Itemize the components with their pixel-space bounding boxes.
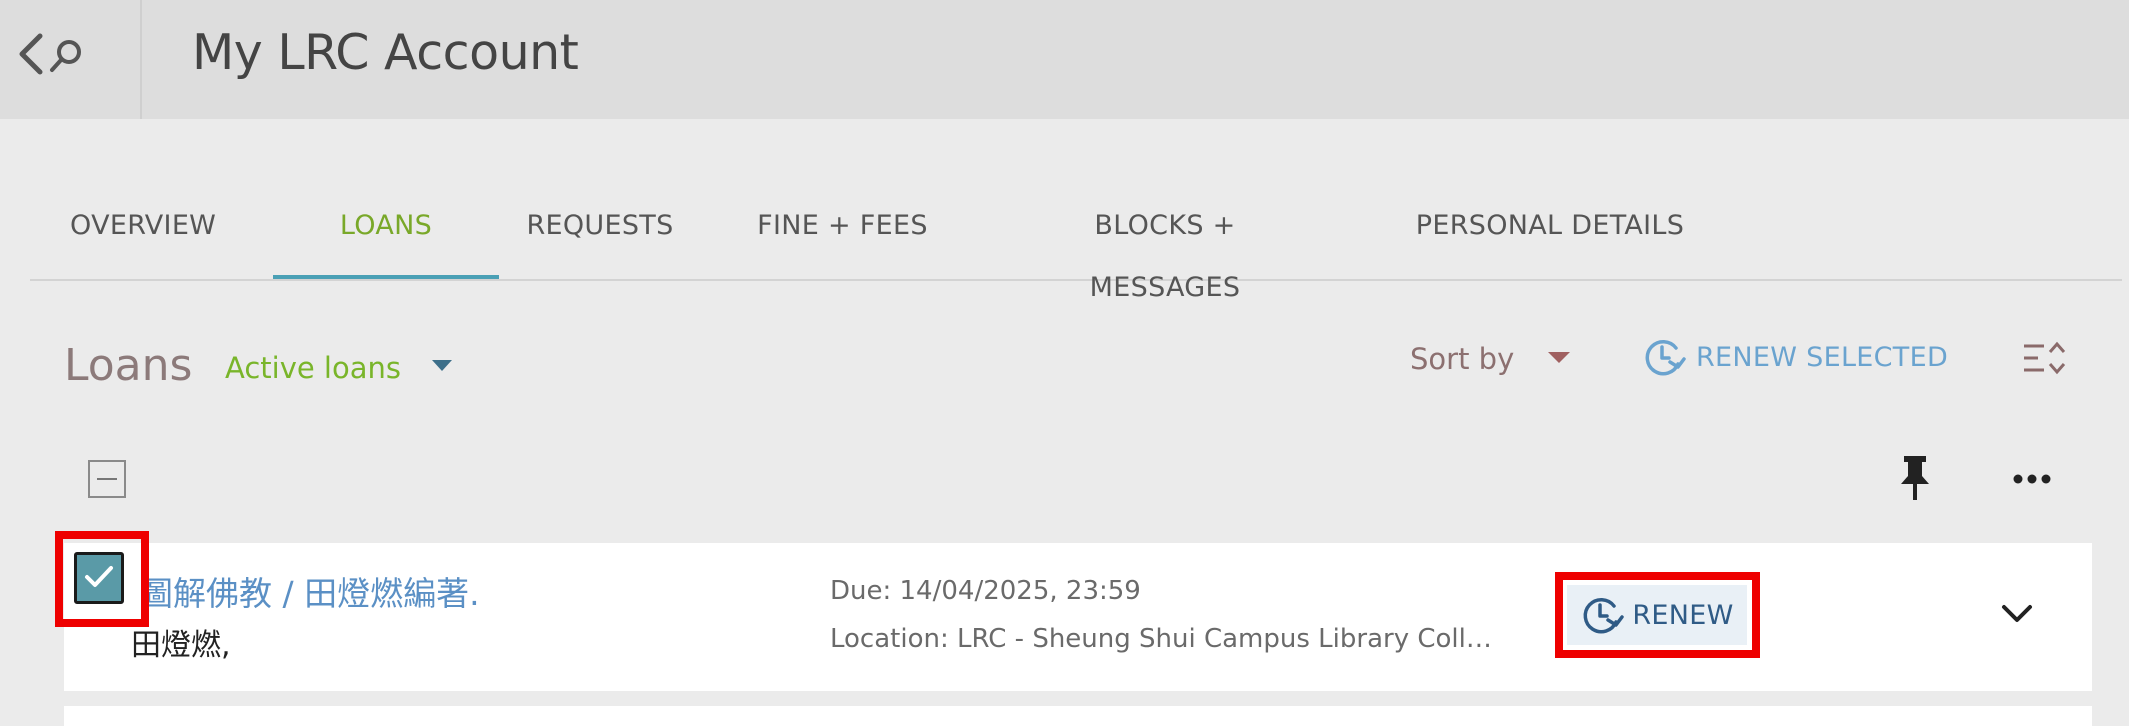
tab-blocks-messages[interactable]: BLOCKS + MESSAGES: [1020, 195, 1310, 303]
loan-title-link[interactable]: 圖解佛教 / 田燈燃編著.: [140, 567, 480, 615]
list-view-toggle-icon[interactable]: [2022, 338, 2070, 390]
pin-icon[interactable]: [1898, 454, 1932, 506]
tab-fine-fees[interactable]: FINE + FEES: [755, 195, 930, 277]
loan-location: Location: LRC - Sheung Shui Campus Libra…: [830, 624, 1504, 654]
tab-overview[interactable]: OVERVIEW: [70, 195, 216, 277]
loan-item-card-next: [64, 706, 2092, 726]
loans-heading: Loans: [64, 340, 193, 391]
renew-clock-icon: [1645, 340, 1686, 376]
caret-down-icon[interactable]: [432, 360, 452, 371]
tab-loans[interactable]: LOANS: [273, 195, 499, 279]
top-bar: My LRC Account: [0, 0, 2129, 119]
search-icon: [50, 40, 81, 72]
renew-highlight-box: [1555, 572, 1760, 658]
renew-selected-label: RENEW SELECTED: [1696, 341, 1949, 373]
loan-item-card: [64, 543, 2092, 691]
sort-by-select[interactable]: Sort by: [1410, 342, 1514, 376]
back-search-button[interactable]: [0, 0, 142, 119]
chevron-down-icon[interactable]: [2000, 603, 2034, 629]
tab-requests[interactable]: REQUESTS: [520, 195, 680, 277]
tab-personal-details[interactable]: PERSONAL DETAILS: [1400, 195, 1700, 277]
chevron-left-icon: [19, 33, 81, 75]
loan-due-date: Due: 14/04/2025, 23:59: [830, 576, 1141, 606]
more-options-icon[interactable]: [2012, 470, 2052, 489]
account-tabs: OVERVIEW LOANS REQUESTS FINE + FEES BLOC…: [30, 195, 2122, 303]
sort-caret-down-icon[interactable]: [1548, 352, 1570, 363]
loan-filter-select[interactable]: Active loans: [225, 351, 401, 385]
renew-selected-button[interactable]: RENEW SELECTED: [1642, 334, 1948, 380]
checkbox-highlight-box: [55, 531, 149, 627]
page-title: My LRC Account: [192, 24, 579, 81]
select-all-checkbox[interactable]: [88, 460, 126, 498]
